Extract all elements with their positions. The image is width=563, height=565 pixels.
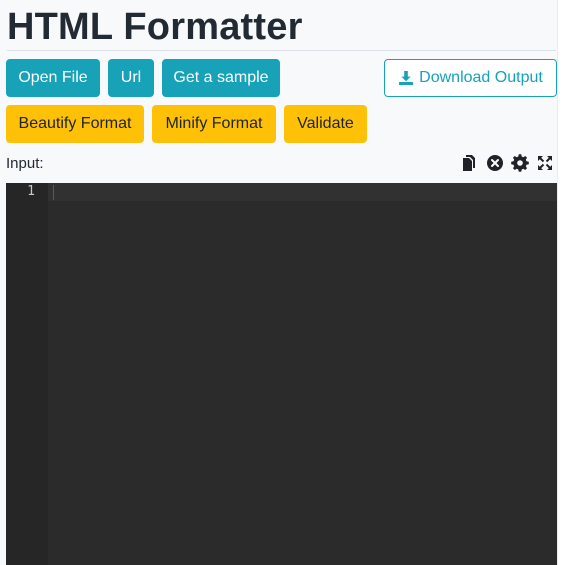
open-file-button[interactable]: Open File [6, 59, 100, 97]
title-divider [7, 50, 556, 51]
url-button[interactable]: Url [108, 59, 154, 97]
input-label: Input: [6, 155, 44, 172]
minify-format-button[interactable]: Minify Format [152, 105, 276, 143]
editor-text-area[interactable] [54, 183, 557, 565]
download-output-label: Download Output [419, 69, 543, 86]
validate-button[interactable]: Validate [284, 105, 367, 143]
beautify-format-button[interactable]: Beautify Format [6, 105, 144, 143]
download-icon [398, 70, 414, 86]
line-number: 1 [27, 184, 35, 199]
input-editor[interactable]: 1 [6, 183, 557, 565]
get-sample-button[interactable]: Get a sample [162, 59, 280, 97]
download-output-button[interactable]: Download Output [384, 59, 557, 97]
settings-icon[interactable] [511, 154, 529, 172]
clear-icon[interactable] [486, 154, 504, 172]
fullscreen-icon[interactable] [536, 154, 554, 172]
copy-icon[interactable] [460, 154, 478, 172]
page-title: HTML Formatter [7, 6, 303, 48]
formatter-panel: HTML Formatter Open File Url Get a sampl… [0, 0, 558, 565]
page: HTML Formatter Open File Url Get a sampl… [0, 0, 563, 565]
editor-gutter: 1 [6, 183, 48, 565]
